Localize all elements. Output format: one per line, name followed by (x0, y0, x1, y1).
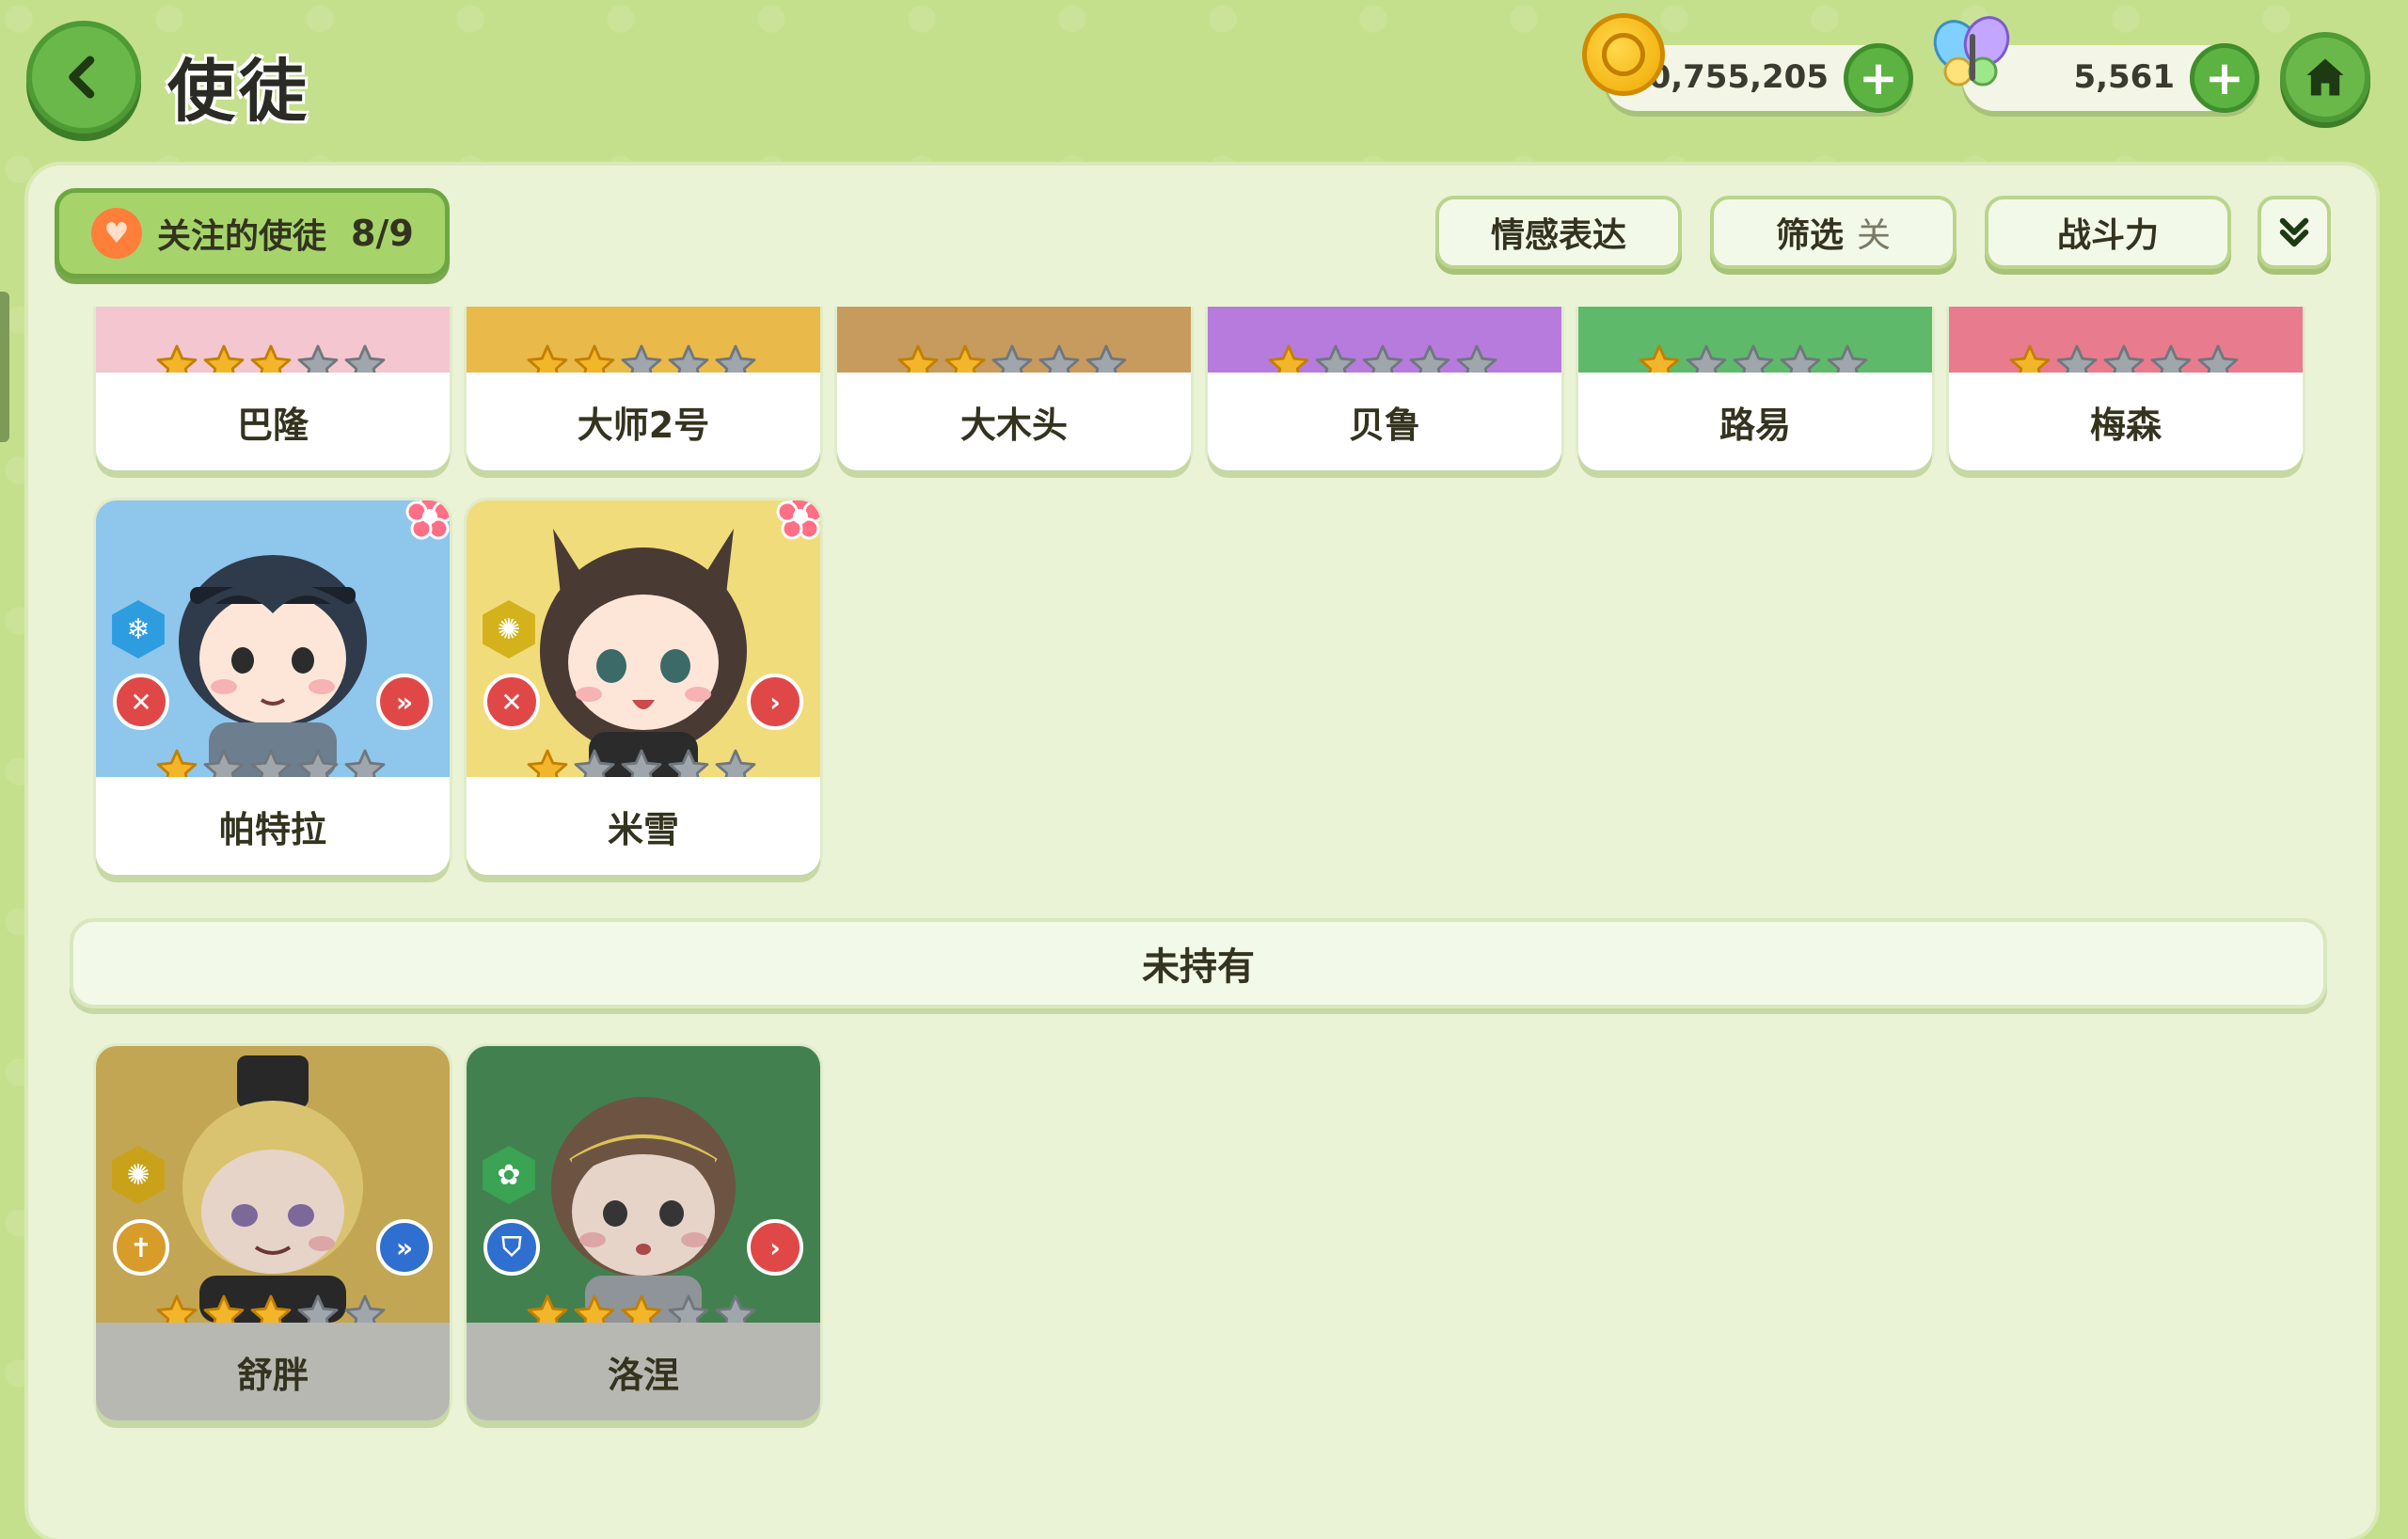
apostle-card[interactable]: 大木头 (837, 307, 1191, 470)
apostle-card[interactable]: 大师2号 (467, 307, 820, 470)
gem-amount: 5,561 (2073, 58, 2175, 96)
apostle-name: 巴隆 (96, 373, 450, 470)
apostle-card-shupang[interactable]: ✺ ✝ » 舒胖 (96, 1046, 450, 1420)
gold-coin-icon (1582, 13, 1665, 96)
followed-count: 8/9 (351, 213, 414, 254)
apostle-name: 米雪 (467, 777, 820, 875)
home-button[interactable] (2280, 32, 2370, 122)
filter-state: 关 (1857, 216, 1892, 255)
apostle-name: 舒胖 (96, 1323, 450, 1420)
apostle-name: 大师2号 (467, 373, 820, 470)
apostle-grid[interactable]: 巴隆 大师2号 大木头 贝鲁 路易 梅森 ❄ ✕ » 帕特拉 ✺ ✕ › 米雪 … (56, 307, 2352, 1505)
advance-arrow-icon: » (376, 674, 433, 730)
unowned-section-label: 未持有 (1142, 945, 1255, 989)
emotion-label: 情感表达 (1490, 216, 1626, 255)
followed-apostles-toggle[interactable]: ♥ 关注的使徒 8/9 (55, 188, 450, 278)
flower-badge-icon (776, 500, 820, 540)
apostle-name: 帕特拉 (96, 777, 450, 875)
cross-icon: ✝ (113, 1219, 169, 1276)
chevron-left-icon (69, 56, 95, 99)
back-button[interactable] (26, 21, 141, 134)
apostle-card[interactable]: 贝鲁 (1208, 307, 1561, 470)
sort-power-button[interactable]: 战斗力 (1985, 196, 2231, 269)
filter-button[interactable]: 筛选 关 (1710, 196, 1956, 269)
apostle-card[interactable]: 梅森 (1949, 307, 2303, 470)
double-chevron-down-icon (2279, 217, 2309, 247)
side-tab-handle[interactable] (0, 292, 9, 442)
butterfly-icon (1933, 16, 2010, 87)
apostle-card-luonie[interactable]: ✿ ⛉ › 洛涅 (467, 1046, 820, 1420)
apostle-name: 路易 (1578, 373, 1932, 470)
home-icon (2306, 58, 2344, 96)
heart-icon: ♥ (91, 208, 142, 259)
page-title: 使徒 (167, 52, 311, 131)
sort-label: 战斗力 (2056, 216, 2159, 255)
emotion-button[interactable]: 情感表达 (1435, 196, 1682, 269)
flower-badge-icon (405, 500, 450, 540)
apostle-name: 贝鲁 (1208, 373, 1561, 470)
crossed-swords-icon: ✕ (483, 674, 540, 730)
filter-label: 筛选 (1775, 216, 1844, 255)
advance-arrow-icon: › (747, 1219, 803, 1276)
apostle-name: 梅森 (1949, 373, 2303, 470)
apostle-name: 大木头 (837, 373, 1191, 470)
apostle-card[interactable]: 巴隆 (96, 307, 450, 470)
advance-arrow-icon: › (747, 674, 803, 730)
followed-label: 关注的使徒 (157, 217, 327, 256)
apostle-name: 洛涅 (467, 1323, 820, 1420)
apostle-card-patra[interactable]: ❄ ✕ » 帕特拉 (96, 500, 450, 875)
shield-icon: ⛉ (483, 1219, 540, 1276)
apostle-card-mixue[interactable]: ✺ ✕ › 米雪 (467, 500, 820, 875)
crossed-swords-icon: ✕ (113, 674, 169, 730)
add-gem-button[interactable]: + (2190, 43, 2259, 113)
add-gold-button[interactable]: + (1844, 43, 1913, 113)
expand-toolbar-button[interactable] (2258, 196, 2331, 269)
unowned-section-header: 未持有 (70, 918, 2327, 1008)
apostle-card[interactable]: 路易 (1578, 307, 1932, 470)
advance-arrow-icon: » (376, 1219, 433, 1276)
